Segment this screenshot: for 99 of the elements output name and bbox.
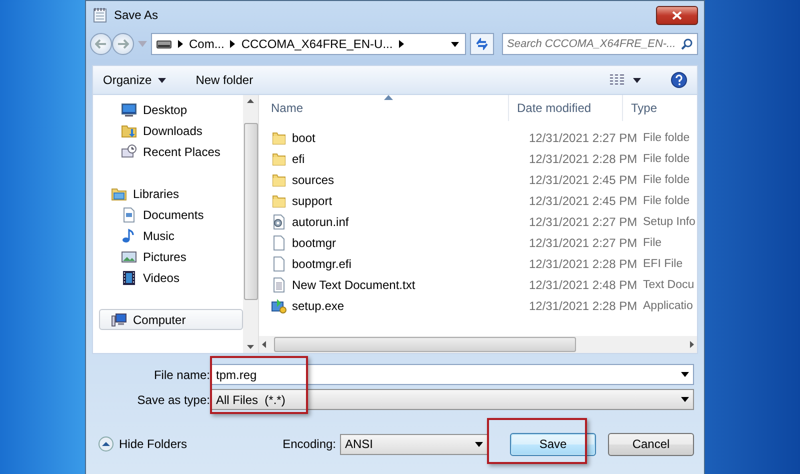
chevron-icon [398,40,404,48]
field-label: File name: [152,368,211,382]
search-field[interactable]: Search CCCOMA_X64FRE_EN-... [502,33,698,55]
search-icon [681,38,693,50]
close-button[interactable] [656,6,698,24]
notepad-icon [92,7,108,23]
type-cell-text: File folde [642,174,691,186]
dropdown-caret-icon [681,397,689,402]
type-cell-text: Text Docu [642,278,696,290]
date-cell-text: 12/31/2021 2:27 PM [528,214,635,228]
hide-folders-button[interactable]: Hide Folders [98,436,188,452]
nav-item[interactable]: Libraries [99,183,243,204]
dropdown-caret-icon [475,442,483,446]
file-name[interactable]: bootmgr [292,236,336,250]
date-cell-text: 12/31/2021 2:48 PM [528,278,635,292]
scroll-left-icon[interactable] [262,341,266,348]
library-folder-icon [111,186,127,202]
refresh-arrows-icon [475,38,489,50]
scroll-up-icon[interactable] [247,99,254,103]
blank-file-icon [271,256,287,272]
type-cell-text: Applicatio [642,300,694,312]
nav-item[interactable]: Recent Places [99,141,243,162]
file-name-field[interactable]: tpm.reg [211,364,694,385]
type-cell-text: Setup Info [642,216,696,228]
folder-icon [271,172,287,188]
chevron-icon [178,40,183,48]
dialog-button[interactable]: Save [510,432,596,456]
column-header[interactable]: Name [259,95,509,121]
organize-menu[interactable]: Organize [103,73,166,87]
file-type-dropdown[interactable]: All Files (*.*) [211,389,694,410]
window-title: Save As [114,8,160,22]
date-cell-text: 12/31/2021 2:28 PM [528,256,635,270]
file-name[interactable]: boot [292,130,316,144]
address-bar[interactable]: Com... CCCOMA_X64FRE_EN-U... [151,33,466,55]
nav-item[interactable]: Music [99,225,243,246]
dropdown-caret-icon[interactable] [451,42,459,46]
encoding-dropdown[interactable]: ANSI [340,434,488,454]
text-file-icon [271,276,287,292]
field-label: Encoding: [282,437,336,451]
installer-icon [271,298,287,314]
date-cell-text: 12/31/2021 2:27 PM [528,236,635,250]
date-cell-text: 12/31/2021 2:28 PM [528,152,635,166]
type-cell-text: File folde [642,152,691,164]
caret-icon[interactable] [633,78,641,82]
scroll-down-icon[interactable] [247,345,254,349]
document-icon [121,206,137,222]
type-cell-text: File [642,236,663,248]
date-cell-text: 12/31/2021 2:45 PM [528,172,635,186]
type-cell-text: EFI File [642,258,684,270]
refresh-button[interactable] [470,33,494,55]
help-icon[interactable] [671,72,687,88]
column-header[interactable]: Type [623,95,697,121]
type-cell-text: File folde [642,194,691,206]
download-folder-icon [121,122,137,138]
scrollbar-thumb[interactable] [244,123,258,300]
nav-item[interactable]: Downloads [99,120,243,141]
file-name[interactable]: support [292,194,332,208]
date-cell-text: 12/31/2021 2:28 PM [528,298,635,312]
music-note-icon [121,228,137,244]
right-arrow-icon [117,39,129,49]
folder-icon [271,150,287,166]
left-arrow-icon [95,39,107,49]
close-icon [672,10,682,20]
monitor-icon [121,102,137,118]
drive-icon [156,39,172,49]
file-name[interactable]: New Text Document.txt [292,278,416,292]
scrollbar-thumb[interactable] [274,337,576,352]
type-cell-text: File folde [642,132,691,144]
nav-item[interactable]: Videos [99,267,243,288]
nav-item[interactable]: Pictures [99,246,243,267]
caret-icon [158,78,166,82]
film-strip-icon [121,270,137,286]
scroll-right-icon[interactable] [690,341,694,348]
blank-file-icon [271,234,287,250]
new-folder-button[interactable]: New folder [196,73,254,87]
date-cell-text: 12/31/2021 2:45 PM [528,194,635,208]
file-name[interactable]: bootmgr.efi [292,256,352,270]
folder-icon [271,130,287,146]
chevron-icon [230,40,236,48]
recent-places-icon [121,144,137,160]
computer-icon [111,312,127,328]
dialog-button[interactable]: Cancel [608,432,694,456]
breadcrumb[interactable]: Com... [189,37,224,51]
date-cell-text: 12/31/2021 2:27 PM [528,130,635,144]
breadcrumb[interactable]: CCCOMA_X64FRE_EN-U... [241,37,393,51]
field-label: Save as type: [136,392,211,406]
folder-icon [271,192,287,208]
dropdown-caret-icon [681,372,689,377]
file-name[interactable]: autorun.inf [292,214,349,228]
nav-item[interactable]: Desktop [99,99,243,120]
landscape-picture-icon [121,248,137,264]
column-header[interactable]: Date modified [509,95,623,121]
nav-item[interactable]: Computer [99,309,243,330]
file-name[interactable]: efi [292,152,305,166]
file-name[interactable]: sources [292,172,334,186]
settings-file-icon [271,214,287,230]
file-name[interactable]: setup.exe [292,298,344,312]
nav-item[interactable]: Documents [99,204,243,225]
view-list-icon[interactable] [609,74,625,86]
